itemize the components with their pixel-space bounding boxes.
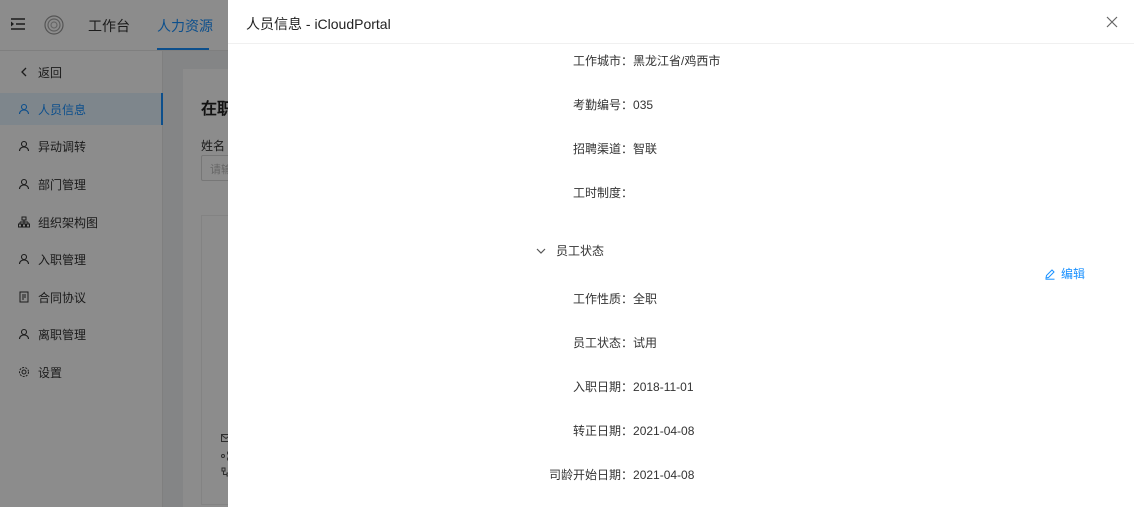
drawer-header: 人员信息 - iCloudPortal (228, 0, 1134, 44)
close-icon[interactable] (1106, 16, 1118, 28)
field-label: 工时制度： (573, 186, 634, 200)
edit-button[interactable]: 编辑 (1044, 265, 1085, 282)
field-value: 035 (633, 98, 654, 112)
field-label: 转正日期： (573, 424, 634, 438)
section-title: 员工状态 (556, 244, 605, 258)
field-work-hour-system: 工时制度： (573, 184, 633, 201)
field-value: 全职 (633, 292, 658, 306)
personnel-info-drawer: 人员信息 - iCloudPortal 工作城市：黑龙江省/鸡西市 考勤编号：0… (228, 0, 1134, 507)
field-work-city: 工作城市：黑龙江省/鸡西市 (573, 52, 720, 69)
field-label: 司龄开始日期： (549, 468, 634, 482)
field-label: 员工状态： (573, 336, 634, 350)
field-value: 2021-04-08 (633, 468, 695, 482)
field-hire-date: 入职日期：2018-11-01 (573, 378, 694, 395)
field-value: 黑龙江省/鸡西市 (633, 54, 721, 68)
field-attendance-id: 考勤编号：035 (573, 96, 653, 113)
field-value: 试用 (633, 336, 658, 350)
field-label: 入职日期： (573, 380, 634, 394)
field-label: 招聘渠道： (573, 142, 634, 156)
field-value: 2018-11-01 (633, 380, 694, 394)
field-employee-status: 员工状态：试用 (573, 334, 657, 351)
field-value: 智联 (633, 142, 658, 156)
field-work-nature: 工作性质：全职 (573, 290, 657, 307)
edit-button-label: 编辑 (1061, 267, 1086, 281)
drawer-title: 人员信息 - iCloudPortal (246, 16, 391, 32)
field-label: 考勤编号： (573, 98, 634, 112)
field-regularization-date: 转正日期：2021-04-08 (573, 422, 694, 439)
field-seniority-start-date: 司龄开始日期：2021-04-08 (549, 466, 694, 483)
field-value: 2021-04-08 (633, 424, 695, 438)
field-label: 工作城市： (573, 54, 634, 68)
section-employee-status[interactable]: 员工状态 (536, 242, 604, 259)
chevron-down-icon (536, 248, 546, 254)
field-recruitment-channel: 招聘渠道：智联 (573, 140, 657, 157)
field-label: 工作性质： (573, 292, 634, 306)
edit-icon (1045, 268, 1055, 280)
